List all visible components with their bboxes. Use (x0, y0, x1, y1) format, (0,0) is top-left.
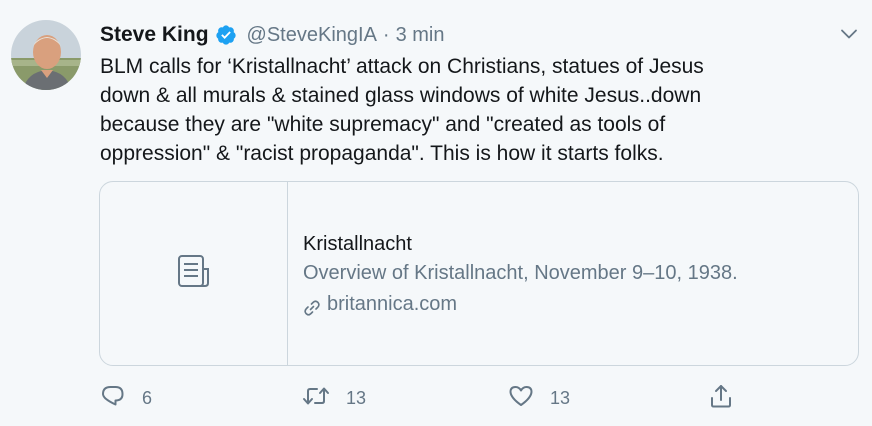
card-domain-text: britannica.com (327, 293, 458, 315)
retweet-icon (302, 383, 330, 414)
tweet-actions: 6 13 13 (100, 384, 740, 412)
tweet-text-line: down & all murals & stained glass window… (100, 84, 702, 107)
chevron-down-icon[interactable] (840, 25, 858, 43)
tweet-text-line: BLM calls for ‘Kristallnacht’ attack on … (100, 55, 704, 78)
link-card[interactable]: Kristallnacht Overview of Kristallnacht,… (99, 181, 859, 366)
tweet-text: BLM calls for ‘Kristallnacht’ attack on … (100, 52, 820, 168)
card-body: Kristallnacht Overview of Kristallnacht,… (288, 182, 738, 365)
avatar-photo (11, 20, 81, 90)
reply-icon (100, 383, 126, 414)
like-count: 13 (550, 387, 571, 408)
article-icon (174, 251, 214, 296)
link-icon (303, 295, 321, 316)
card-thumbnail (100, 182, 288, 365)
timestamp[interactable]: 3 min (396, 24, 445, 47)
avatar[interactable] (11, 20, 81, 90)
author-handle[interactable]: @SteveKingIA (247, 24, 377, 47)
display-name[interactable]: Steve King (100, 23, 209, 47)
tweet-text-line: oppression" & "racist propaganda". This … (100, 142, 664, 165)
retweet-button[interactable]: 13 (302, 384, 366, 412)
reply-count: 6 (142, 387, 153, 408)
heart-icon (508, 383, 534, 414)
reply-button[interactable]: 6 (100, 384, 152, 412)
tweet-text-line: because they are "white supremacy" and "… (100, 113, 666, 136)
card-description: Overview of Kristallnacht, November 9–10… (303, 262, 738, 284)
verified-badge-icon (215, 24, 237, 46)
card-title: Kristallnacht (303, 233, 412, 255)
tweet[interactable]: Steve King @SteveKingIA · 3 min BLM call… (0, 0, 872, 426)
share-button[interactable] (708, 384, 734, 412)
separator-dot: · (382, 23, 390, 46)
retweet-count: 13 (346, 387, 367, 408)
tweet-header: Steve King @SteveKingIA · 3 min (100, 20, 444, 50)
like-button[interactable]: 13 (508, 384, 570, 412)
card-domain: britannica.com (303, 288, 738, 320)
share-icon (708, 383, 734, 414)
